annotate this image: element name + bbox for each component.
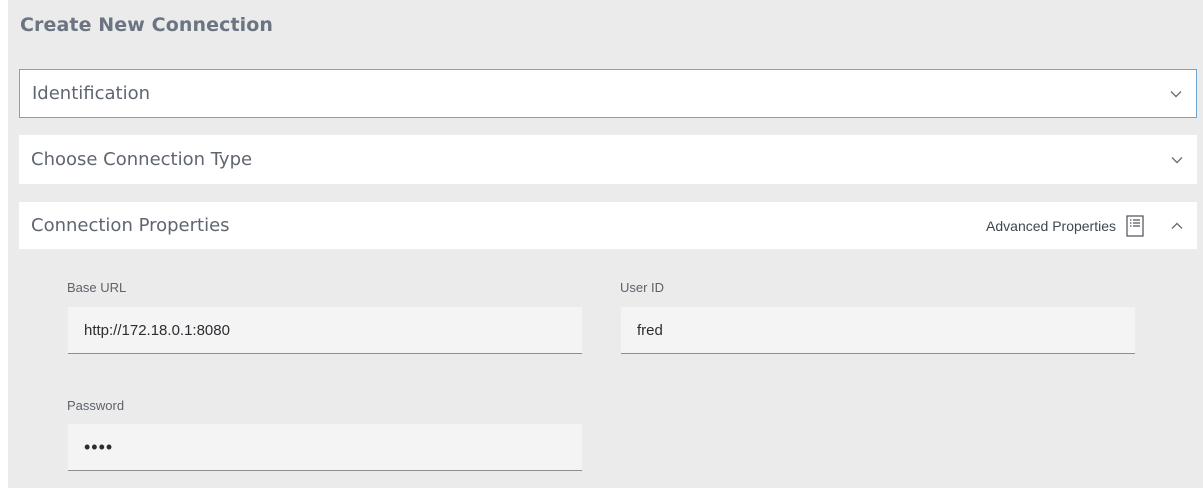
base-url-field[interactable]: [68, 307, 582, 354]
section-connection-properties-title: Connection Properties: [31, 215, 230, 236]
section-connection-type[interactable]: Choose Connection Type: [19, 135, 1197, 184]
password-field[interactable]: [68, 424, 582, 471]
base-url-label: Base URL: [67, 280, 127, 295]
create-connection-panel: Create New Connection Identification Cho…: [8, 0, 1203, 488]
section-identification[interactable]: Identification: [19, 69, 1197, 118]
user-id-field[interactable]: [621, 307, 1135, 354]
chevron-down-icon[interactable]: [1169, 87, 1183, 101]
chevron-down-icon[interactable]: [1170, 153, 1184, 167]
section-connection-properties[interactable]: Connection Properties Advanced Propertie…: [19, 202, 1197, 249]
section-identification-title: Identification: [32, 83, 151, 104]
password-input[interactable]: [68, 424, 582, 470]
page-title: Create New Connection: [20, 14, 274, 36]
base-url-input[interactable]: [68, 307, 582, 353]
advanced-properties-button[interactable]: Advanced Properties: [986, 214, 1144, 237]
advanced-properties-label: Advanced Properties: [986, 217, 1116, 234]
section-connection-type-title: Choose Connection Type: [31, 149, 253, 170]
list-details-icon: [1126, 214, 1144, 237]
password-label: Password: [67, 398, 125, 413]
user-id-label: User ID: [620, 280, 665, 295]
chevron-up-icon[interactable]: [1170, 219, 1184, 233]
user-id-input[interactable]: [621, 307, 1135, 353]
